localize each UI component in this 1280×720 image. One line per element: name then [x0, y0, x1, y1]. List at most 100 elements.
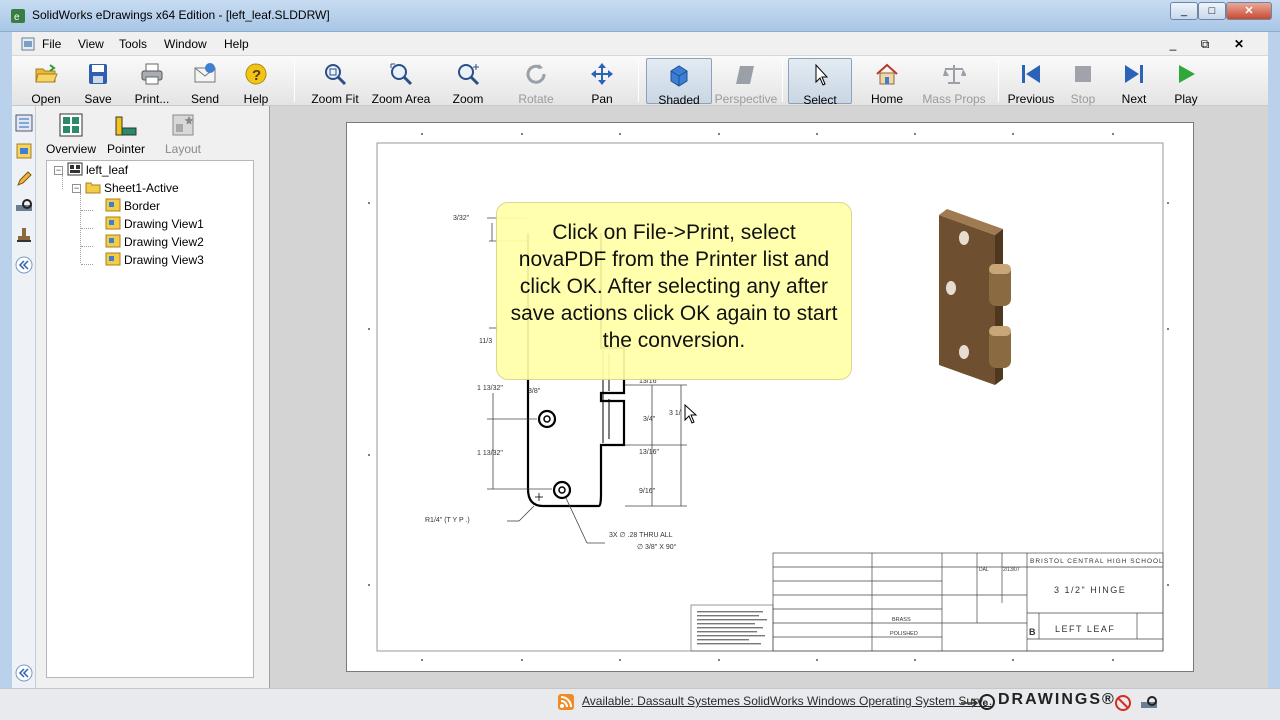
tab-pointer[interactable]: Pointer — [100, 112, 152, 156]
shaded-button[interactable]: Shaded — [646, 58, 712, 107]
brand-logo: DRAWINGS® — [998, 691, 1116, 708]
menu-file[interactable]: File — [42, 37, 61, 51]
play-icon — [1179, 65, 1195, 83]
rotate-button[interactable]: Rotate — [512, 58, 560, 106]
main-toolbar: Open Save Print... Send ? Help Zoom Fit … — [12, 56, 1268, 107]
svg-text:e: e — [983, 698, 989, 709]
menu-window[interactable]: Window — [164, 37, 207, 51]
measure-icon[interactable] — [15, 198, 33, 216]
stop-button[interactable]: Stop — [1066, 58, 1100, 106]
menu-help[interactable]: Help — [224, 37, 249, 51]
previous-button[interactable]: Previous — [1006, 58, 1056, 106]
mass-props-button[interactable]: Mass Props — [922, 58, 986, 106]
svg-text:3 1/: 3 1/ — [669, 410, 681, 417]
drawing-view-icon — [105, 198, 121, 212]
svg-text:9/16": 9/16" — [639, 488, 656, 495]
menu-bar: File View Tools Window Help _ ⧉ ✕ — [12, 32, 1268, 56]
svg-text:e: e — [14, 12, 20, 23]
pan-button[interactable]: Pan — [580, 58, 624, 106]
minimize-button[interactable]: _ — [1170, 2, 1198, 20]
tree-item-drawing-view2[interactable]: Drawing View2 — [105, 233, 204, 251]
zoom-fit-button[interactable]: Zoom Fit — [308, 58, 362, 106]
svg-text:LEFT LEAF: LEFT LEAF — [1055, 624, 1115, 634]
send-button[interactable]: Send — [184, 58, 226, 106]
tree-item-border[interactable]: Border — [105, 197, 160, 215]
edrawings-app-icon: e — [11, 9, 25, 23]
measure-tool-icon[interactable] — [1140, 695, 1158, 711]
perspective-button[interactable]: Perspective — [714, 58, 778, 106]
svg-text:∅ 3/8" X 90°: ∅ 3/8" X 90° — [637, 543, 677, 551]
doc-close-button[interactable]: ✕ — [1226, 36, 1252, 52]
survey-link[interactable]: Available: Dassault Systemes SolidWorks … — [582, 694, 992, 708]
menu-view[interactable]: View — [78, 37, 104, 51]
sheets-icon[interactable] — [15, 142, 33, 160]
document-icon[interactable] — [20, 36, 36, 52]
tab-layout[interactable]: Layout — [157, 112, 209, 156]
tree-line — [81, 228, 93, 229]
save-button[interactable]: Save — [76, 58, 120, 106]
stamp-icon[interactable] — [15, 226, 33, 244]
status-bar: Available: Dassault Systemes SolidWorks … — [0, 688, 1280, 720]
drawing-view-icon — [105, 234, 121, 248]
svg-text:3/4": 3/4" — [643, 416, 656, 423]
help-button[interactable]: ? Help — [234, 58, 278, 106]
expand-chevrons-icon[interactable] — [15, 664, 33, 682]
play-button[interactable]: Play — [1168, 58, 1204, 106]
close-button[interactable]: ✕ — [1226, 2, 1272, 20]
svg-text:?: ? — [252, 67, 261, 84]
collapse-chevrons-icon[interactable] — [15, 256, 33, 274]
toolbar-separator — [998, 60, 999, 102]
zoom-area-button[interactable]: Zoom Area — [370, 58, 432, 106]
next-button[interactable]: Next — [1114, 58, 1154, 106]
rss-feed-icon[interactable] — [558, 694, 574, 710]
drawing-viewport[interactable]: 3/32" 11/3 1 13/32" 3/8" 1 13/32" 13/16"… — [270, 106, 1268, 688]
mouse-cursor-icon — [684, 404, 698, 424]
tab-overview[interactable]: Overview — [45, 112, 97, 156]
printer-icon — [141, 63, 163, 85]
skip-next-icon — [1125, 65, 1143, 83]
doc-restore-button[interactable]: ⧉ — [1192, 36, 1218, 52]
collapse-toggle[interactable]: − — [72, 184, 81, 193]
open-button[interactable]: Open — [24, 58, 68, 106]
tree-view-icon[interactable] — [15, 114, 33, 132]
skip-previous-icon — [1022, 65, 1040, 83]
title-block — [772, 552, 1164, 652]
svg-text:POLISHED: POLISHED — [890, 631, 918, 637]
house-icon — [876, 63, 898, 85]
svg-text:1 13/32": 1 13/32" — [477, 450, 503, 457]
doc-minimize-button[interactable]: _ — [1160, 36, 1186, 52]
svg-text:BRISTOL CENTRAL HIGH SCHOOL: BRISTOL CENTRAL HIGH SCHOOL — [1030, 558, 1164, 565]
zoom-button[interactable]: Zoom — [444, 58, 492, 106]
tree-line — [81, 264, 93, 265]
collapse-toggle[interactable]: − — [54, 166, 63, 175]
envelope-icon — [194, 63, 216, 83]
zoom-icon — [458, 64, 480, 86]
menu-tools[interactable]: Tools — [119, 37, 147, 51]
perspective-icon — [736, 66, 754, 84]
tree-line — [62, 175, 63, 189]
tree-line — [81, 210, 93, 211]
print-button[interactable]: Print... — [128, 58, 176, 106]
overview-icon — [59, 113, 83, 137]
side-tab-strip — [12, 106, 36, 688]
home-button[interactable]: Home — [864, 58, 910, 106]
prohibited-icon[interactable] — [1114, 694, 1132, 712]
select-button[interactable]: Select — [788, 58, 852, 107]
tree-line — [81, 246, 93, 247]
svg-text:13/16": 13/16" — [639, 449, 660, 456]
tree-item-drawing-view1[interactable]: Drawing View1 — [105, 215, 204, 233]
maximize-button[interactable]: □ — [1198, 2, 1226, 20]
tree-item-drawing-view3[interactable]: Drawing View3 — [105, 251, 204, 269]
tree-item-root[interactable]: left_leaf — [67, 161, 128, 179]
edrawings-logo-icon: e — [979, 694, 995, 710]
markup-pencil-icon[interactable] — [15, 170, 33, 188]
svg-text:BRASS: BRASS — [892, 617, 911, 623]
tree-item-sheet1[interactable]: Sheet1-Active — [85, 179, 179, 197]
toolbar-separator — [638, 60, 639, 102]
hinge-3d-view — [939, 209, 1011, 385]
arrow-right-icon — [961, 698, 979, 708]
window-title: SolidWorks eDrawings x64 Edition - [left… — [32, 8, 330, 22]
drawing-view-icon — [105, 252, 121, 266]
drawing-file-icon — [67, 162, 83, 176]
layout-icon — [172, 114, 194, 136]
